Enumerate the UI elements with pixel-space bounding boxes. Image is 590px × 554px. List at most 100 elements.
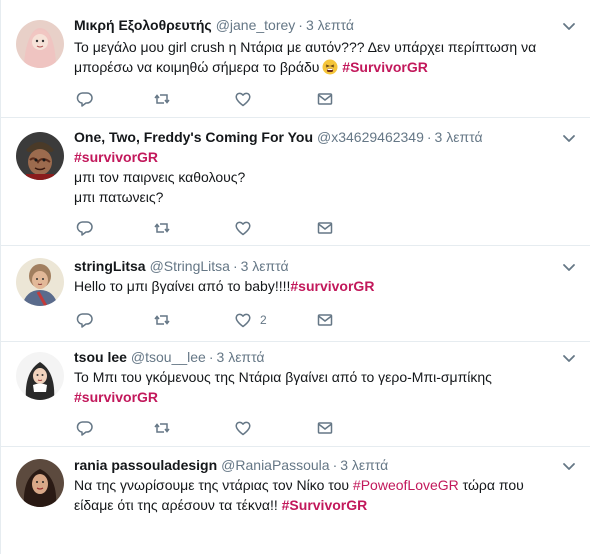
hashtag-link[interactable]: #PoweofLoveGR xyxy=(353,477,459,493)
fullname[interactable]: stringLitsa xyxy=(74,258,146,274)
heart-icon xyxy=(235,313,251,328)
chevron-down-icon[interactable] xyxy=(561,18,577,34)
direct-message-button[interactable] xyxy=(316,89,334,109)
tweet[interactable]: Μικρή Εξολοθρευτής @jane_torey · 3 λεπτά Το… xyxy=(1,0,590,118)
handle[interactable]: @x34629462349 xyxy=(317,129,424,145)
heart-icon xyxy=(235,92,251,107)
tweet-text-line: Το μεγάλο μου girl crush η Ντάρια με αυτ… xyxy=(74,39,537,55)
tweet-feed: Μικρή Εξολοθρευτής @jane_torey · 3 λεπτά Το… xyxy=(0,0,590,554)
separator-dot: · xyxy=(232,258,238,274)
timestamp[interactable]: 3 λεπτά xyxy=(241,258,289,274)
chevron-down-icon[interactable] xyxy=(561,458,577,474)
tweet-header: Μικρή Εξολοθρευτής @jane_torey · 3 λεπτά xyxy=(74,16,354,34)
tweet-header: stringLitsa @StringLitsa · 3 λεπτά xyxy=(74,257,289,275)
tweet-text: Το μεγάλο μου girl crush η Ντάρια με αυτ… xyxy=(74,37,574,77)
reply-icon xyxy=(76,421,93,436)
timestamp[interactable]: 3 λεπτά xyxy=(340,457,388,473)
envelope-icon xyxy=(317,314,333,326)
tweet-text: Να της γνωρίσουμε της ντάριας τον Νίκο τ… xyxy=(74,475,574,515)
retweet-button[interactable] xyxy=(153,310,171,330)
tweet-text-line: Το Μπι του γκόμενους της Ντάρια βγαίνει … xyxy=(74,369,492,385)
retweet-icon xyxy=(154,223,170,233)
tweet-actions: 2 xyxy=(74,310,374,330)
separator-dot: · xyxy=(426,129,432,145)
reply-button[interactable] xyxy=(76,418,94,438)
direct-message-button[interactable] xyxy=(316,310,334,330)
chevron-down-icon[interactable] xyxy=(561,130,577,146)
heart-icon xyxy=(235,421,251,436)
retweet-button[interactable] xyxy=(153,89,171,109)
separator-dot: · xyxy=(332,457,338,473)
tweet-text: #survivorGR μπι τον παιρνεις καθολους? μ… xyxy=(74,147,574,207)
direct-message-button[interactable] xyxy=(316,418,334,438)
tweet-text-line: είδαμε ότι της αρέσουν τα τέκνα!! xyxy=(74,497,282,513)
avatar[interactable] xyxy=(16,20,64,68)
envelope-icon xyxy=(317,222,333,234)
handle[interactable]: @StringLitsa xyxy=(150,258,230,274)
tweet[interactable]: One, Two, Freddy's Coming For You @x34629… xyxy=(1,118,590,246)
tweet[interactable]: rania passouladesign @RaniaPassoula · 3 λεπ… xyxy=(1,447,590,554)
tweet-text: Το Μπι του γκόμενους της Ντάρια βγαίνει … xyxy=(74,367,574,407)
reply-icon xyxy=(76,221,93,236)
reply-button[interactable] xyxy=(76,89,94,109)
hashtag-link[interactable]: #SurvivorGR xyxy=(282,497,368,513)
tweet[interactable]: tsou lee @tsou__lee · 3 λεπτά Το Μπι του γκ… xyxy=(1,342,590,447)
tweet-text-line: Να της γνωρίσουμε της ντάριας τον Νίκο τ… xyxy=(74,475,574,495)
retweet-button[interactable] xyxy=(153,418,171,438)
hashtag-link[interactable]: #survivorGR xyxy=(290,278,374,294)
hashtag-link[interactable]: #survivorGR xyxy=(74,147,574,167)
like-button[interactable] xyxy=(234,418,252,438)
fullname[interactable]: rania passouladesign xyxy=(74,457,217,473)
direct-message-button[interactable] xyxy=(316,218,334,238)
reply-icon xyxy=(76,313,93,328)
retweet-button[interactable] xyxy=(153,218,171,238)
tweet-text-line: μπι πατωνεις? xyxy=(74,189,164,205)
timestamp[interactable]: 3 λεπτά xyxy=(306,17,354,33)
avatar[interactable] xyxy=(16,459,64,507)
retweet-icon xyxy=(154,315,170,325)
avatar[interactable] xyxy=(16,132,64,180)
like-button[interactable]: 2 xyxy=(234,310,267,330)
reply-icon xyxy=(76,92,93,107)
tweet-text-line: Να της γνωρίσουμε της ντάριας τον Νίκο τ… xyxy=(74,477,353,493)
tweet-text-line: Hello το μπι βγαίνει από το baby!!!! xyxy=(74,278,291,294)
handle[interactable]: @RaniaPassoula xyxy=(221,457,329,473)
tweet[interactable]: stringLitsa @StringLitsa · 3 λεπτά Hello το… xyxy=(1,246,590,342)
envelope-icon xyxy=(317,422,333,434)
tweet-text-line: είδαμε ότι της αρέσουν τα τέκνα!! #Survi… xyxy=(74,495,574,515)
separator-dot: · xyxy=(208,349,214,365)
tweet-actions xyxy=(74,89,374,109)
like-count: 2 xyxy=(260,313,267,327)
separator-dot: · xyxy=(298,17,303,33)
hashtag-link[interactable]: #survivorGR xyxy=(74,387,574,407)
fullname[interactable]: One, Two, Freddy's Coming For You xyxy=(74,129,313,145)
tweet-header: One, Two, Freddy's Coming For You @x34629… xyxy=(74,128,483,146)
handle[interactable]: @jane_torey xyxy=(216,17,296,33)
fullname[interactable]: Μικρή Εξολοθρευτής xyxy=(74,17,212,33)
timestamp[interactable]: 3 λεπτά xyxy=(435,129,483,145)
tweet-actions xyxy=(74,218,374,238)
reply-button[interactable] xyxy=(76,310,94,330)
chevron-down-icon[interactable] xyxy=(561,350,577,366)
reply-button[interactable] xyxy=(76,218,94,238)
fullname[interactable]: tsou lee xyxy=(74,349,127,365)
like-button[interactable] xyxy=(234,218,252,238)
tweet-actions xyxy=(74,418,374,438)
like-button[interactable] xyxy=(234,89,252,109)
handle[interactable]: @tsou__lee xyxy=(131,349,206,365)
tweet-header: rania passouladesign @RaniaPassoula · 3 λεπ… xyxy=(74,456,388,474)
heart-icon xyxy=(235,221,251,236)
avatar[interactable] xyxy=(16,258,64,306)
envelope-icon xyxy=(317,93,333,105)
timestamp[interactable]: 3 λεπτά xyxy=(217,349,265,365)
tweet-text-line: μπορέσω να κοιμηθώ σήμερα το βράδυ #Surv… xyxy=(74,57,574,77)
tired-face-emoji xyxy=(322,59,338,75)
avatar[interactable] xyxy=(16,352,64,400)
retweet-icon xyxy=(154,423,170,433)
tweet-text-line: μπι τον παιρνεις καθολους? xyxy=(74,169,246,185)
chevron-down-icon[interactable] xyxy=(561,259,577,275)
tweet-text: Hello το μπι βγαίνει από το baby!!!!#sur… xyxy=(74,276,574,296)
retweet-icon xyxy=(154,94,170,104)
hashtag-link[interactable]: #SurvivorGR xyxy=(342,59,428,75)
tweet-text-line: Hello το μπι βγαίνει από το baby!!!!#sur… xyxy=(74,276,574,296)
